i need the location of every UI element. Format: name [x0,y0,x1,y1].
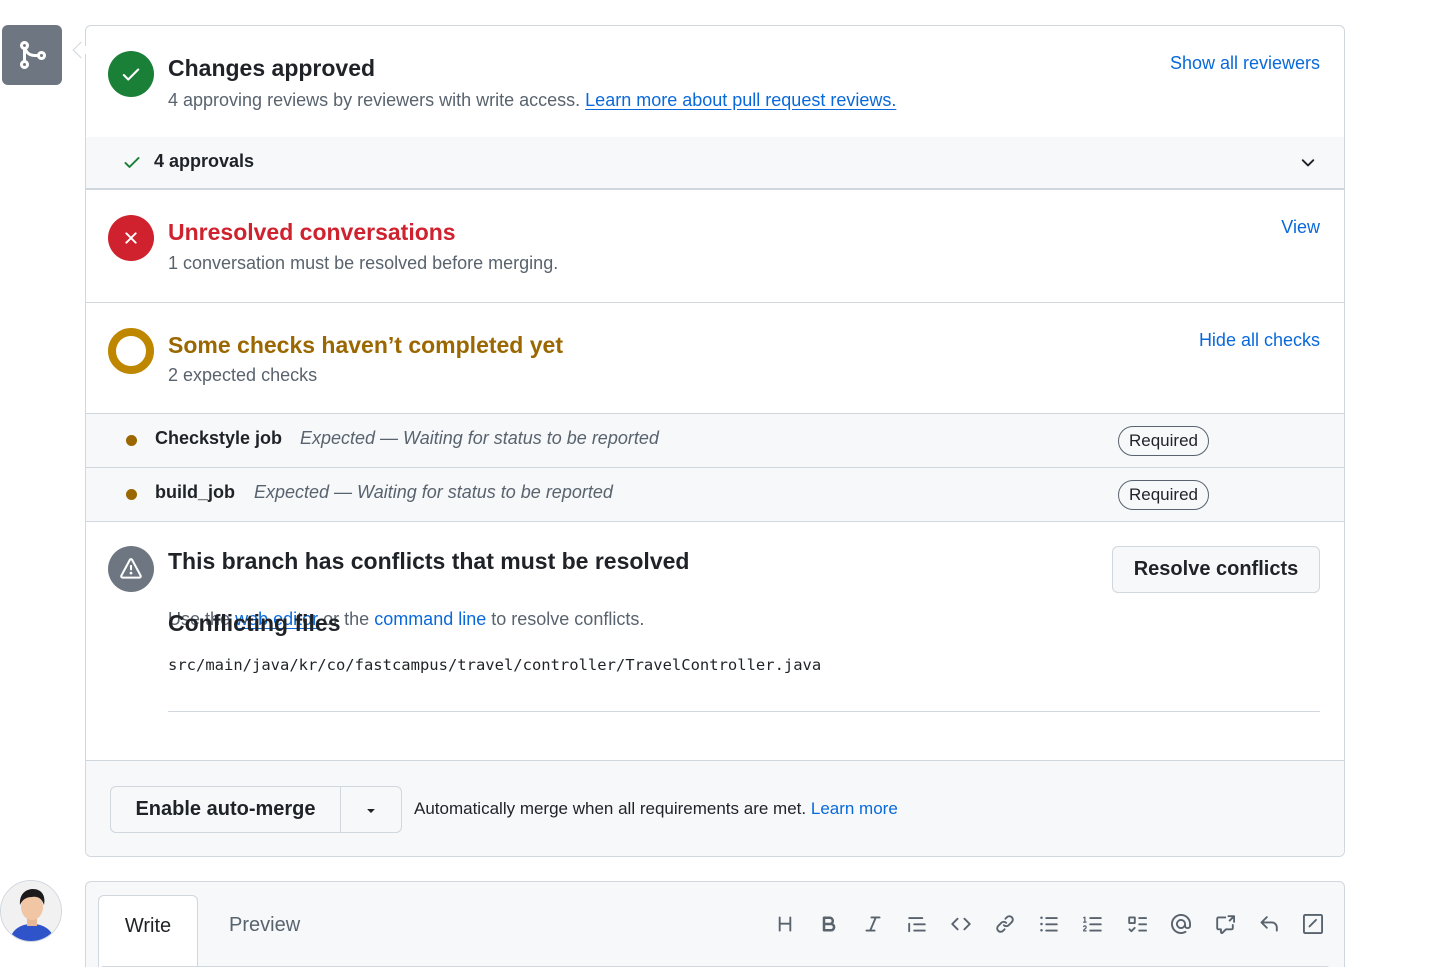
learn-more-reviews-link[interactable]: Learn more about pull request reviews. [585,90,896,110]
bold-icon[interactable] [814,910,844,938]
check-circle-icon [108,51,154,97]
checks-subtitle: 2 expected checks [168,365,318,385]
pending-dot-icon [126,435,137,446]
triangle-down-icon[interactable] [341,787,401,832]
conversations-section: Unresolved conversations 1 conversation … [86,190,1344,303]
code-icon[interactable] [946,910,976,938]
auto-merge-button-group: Enable auto-merge [110,786,402,833]
italic-icon[interactable] [858,910,888,938]
conflicts-text-end: to resolve conflicts. [491,609,645,629]
quote-icon[interactable] [902,910,932,938]
divider [168,711,1320,712]
check-name: build_job [155,482,235,502]
checks-section: Some checks haven’t completed yet 2 expe… [86,303,1344,414]
approvals-count: 4 approvals [154,151,255,171]
auto-merge-description: Automatically merge when all requirement… [414,799,898,819]
review-subtitle-text: 4 approving reviews by reviewers with wr… [168,90,581,110]
conflicting-file-path: src/main/java/kr/co/fastcampus/travel/co… [168,656,822,674]
conflicts-title: This branch has conflicts that must be r… [168,548,690,574]
ordered-list-icon[interactable] [1078,910,1108,938]
task-list-icon[interactable] [1122,910,1152,938]
check-status: Expected — Waiting for status to be repo… [254,482,613,502]
check-item: build_job Expected — Waiting for status … [86,468,1344,522]
approvals-toggle[interactable]: 4 approvals [86,137,1344,190]
review-status-title: Changes approved [168,55,376,81]
reply-icon[interactable] [1254,910,1284,938]
resolve-conflicts-button[interactable]: Resolve conflicts [1112,546,1320,593]
slash-command-icon[interactable] [1298,910,1328,938]
review-status-section: Changes approved 4 approving reviews by … [86,26,1344,137]
heading-icon[interactable] [770,910,800,938]
conflicting-files-heading: Conflicting files [168,610,341,636]
auto-merge-description-text: Automatically merge when all requirement… [414,799,807,818]
hide-all-checks-link[interactable]: Hide all checks [1199,330,1320,351]
review-status-subtitle: 4 approving reviews by reviewers with wr… [168,90,896,111]
pending-dot-icon [126,489,137,500]
check-icon [122,152,142,177]
pending-ring-icon [108,328,154,374]
cross-reference-icon[interactable] [1210,910,1240,938]
view-conversations-link[interactable]: View [1281,217,1320,238]
enable-auto-merge-button[interactable]: Enable auto-merge [111,787,341,832]
comment-editor: Write Preview [85,881,1345,967]
learn-more-link[interactable]: Learn more [811,799,898,818]
check-name: Checkstyle job [155,428,283,448]
git-merge-icon [2,25,62,85]
check-item: Checkstyle job Expected — Waiting for st… [86,414,1344,468]
chevron-down-icon[interactable] [1298,153,1318,178]
required-badge: Required [1118,480,1209,510]
link-icon[interactable] [990,910,1020,938]
mention-icon[interactable] [1166,910,1196,938]
x-circle-icon [108,215,154,261]
show-all-reviewers-link[interactable]: Show all reviewers [1170,53,1320,74]
alert-icon [108,546,154,592]
merge-status-box: Changes approved 4 approving reviews by … [85,25,1345,857]
tab-write[interactable]: Write [98,895,198,967]
markdown-toolbar [770,910,1328,938]
checks-title: Some checks haven’t completed yet [168,332,563,358]
conversations-subtitle: 1 conversation must be resolved before m… [168,253,559,273]
tab-preview[interactable]: Preview [229,895,300,967]
conversations-title: Unresolved conversations [168,219,456,245]
check-status: Expected — Waiting for status to be repo… [300,428,659,448]
avatar[interactable] [0,880,62,942]
unordered-list-icon[interactable] [1034,910,1064,938]
conflicts-section: This branch has conflicts that must be r… [86,522,1344,761]
command-line-link[interactable]: command line [374,609,486,629]
merge-actions-section: Enable auto-merge Automatically merge wh… [86,761,1344,856]
required-badge: Required [1118,426,1209,456]
